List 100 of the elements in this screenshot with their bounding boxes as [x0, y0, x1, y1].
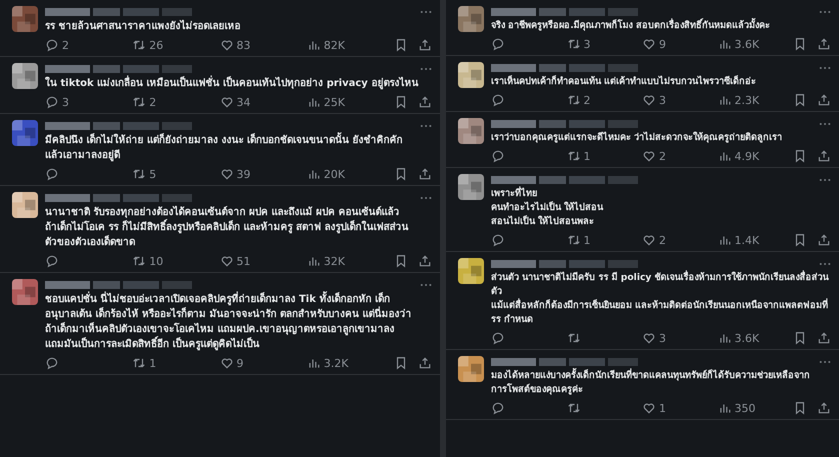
repost-icon[interactable] [132, 167, 146, 181]
bookmark-icon[interactable] [793, 233, 807, 247]
like-count: 34 [236, 96, 250, 108]
like-count: 2 [659, 234, 666, 246]
repost-icon[interactable] [566, 149, 580, 163]
repost-count: 10 [149, 254, 164, 268]
view-count: 20K [324, 168, 345, 180]
more-icon[interactable] [819, 10, 831, 14]
repost-count: 2 [584, 94, 590, 106]
repost-icon[interactable] [566, 401, 580, 415]
post-text: เราว่าบอกคุณครูแต่แรกจะดีไหมคะ ว่าไม่สะดวกจะให้คุณครูถ่ายติดลูกเรา [491, 131, 784, 145]
heart-icon[interactable] [642, 93, 656, 107]
more-icon[interactable] [819, 178, 831, 182]
view-count: 25K [324, 96, 345, 108]
reply-icon[interactable] [491, 37, 505, 51]
heart-icon[interactable] [220, 38, 234, 52]
bookmark-icon[interactable] [793, 401, 807, 415]
more-icon[interactable] [819, 122, 831, 126]
heart-icon[interactable] [642, 331, 656, 345]
bookmark-icon[interactable] [394, 167, 408, 181]
heart-icon[interactable] [220, 254, 234, 268]
bookmark-icon[interactable] [394, 356, 408, 370]
heart-icon[interactable] [220, 167, 234, 181]
reply-icon[interactable] [45, 167, 59, 181]
view-count: 82K [324, 38, 345, 52]
view-count: 350 [734, 402, 756, 414]
share-icon[interactable] [817, 93, 831, 107]
heart-icon[interactable] [220, 356, 234, 370]
reply-icon[interactable] [45, 254, 59, 268]
share-icon[interactable] [817, 37, 831, 51]
repost-count: 1 [584, 234, 590, 246]
like-count: 9 [659, 38, 666, 50]
share-icon[interactable] [418, 254, 432, 268]
repost-count: 3 [584, 38, 590, 50]
share-icon[interactable] [817, 331, 831, 345]
bookmark-icon[interactable] [394, 95, 408, 109]
share-icon[interactable] [418, 38, 432, 52]
reply-icon[interactable] [491, 93, 505, 107]
bookmark-icon[interactable] [793, 149, 807, 163]
like-count: 39 [236, 168, 250, 180]
like-count: 83 [236, 38, 250, 52]
post-text: จริง อาชีพครูหรือผอ.มีคุณภาพก็โมง สอบตกเรื่องสิทธิ์กันหมดแล้วมั้งคะ [491, 19, 771, 33]
repost-icon[interactable] [566, 93, 580, 107]
repost-icon[interactable] [566, 37, 580, 51]
bookmark-icon[interactable] [394, 38, 408, 52]
post-text: เราเห็นคปทเค้าก็ทำคอนเท้น แต่เค้าทำแบบไม่รบกวนไพรวาซีเด็กอ่ะ [491, 75, 758, 89]
repost-count: 5 [149, 168, 156, 180]
heart-icon[interactable] [642, 149, 656, 163]
heart-icon[interactable] [642, 233, 656, 247]
reply-icon[interactable] [491, 233, 505, 247]
repost-icon[interactable] [132, 38, 146, 52]
share-icon[interactable] [418, 95, 432, 109]
more-icon[interactable] [420, 67, 432, 71]
heart-icon[interactable] [642, 401, 656, 415]
reply-icon[interactable] [491, 149, 505, 163]
more-icon[interactable] [819, 360, 831, 364]
reply-icon[interactable] [45, 95, 59, 109]
post-text: ชอบแคปชั่น นี่ไม่ชอบอ่ะเวลาเปิดเจอคลิปครูที่ถ่ายเด็กมาลง Tik ทั้งเด็กอกหัก เด็ก อนุบาลเต้น เด็กร้องไห้ หรืออะไรก็ตาม มันอาจจะน่ารัก ตลกสำหรับบางคน แต่นี่มองว่า ถ้าเด็กมาเห็นคลิปตัวเองเขาจะโอเคไหม แถมผปค.เขาอนุญาตหรอเอาลูกเขามาลง แถมมันเป็นการละเมิดสิทธิ์อีก เป็นครูแต่ดูคิดไม่เป็น [45, 292, 432, 352]
repost-icon[interactable] [132, 95, 146, 109]
like-count: 2 [659, 150, 666, 162]
share-icon[interactable] [418, 356, 432, 370]
post-text: ส่วนตัว นานาชาติไม่มีครับ รร มี policy ชัดเจนเรื่องห้ามการใช้ภาพนักเรียนลงสื่อส่วนตัว แม้แต่สื่อหลักก็ต้องมีการเซ็นยินยอม และห้ามติดต่อนักเรียนนอกเหนือจากแพลตฟอมที่ รร กำหนด [491, 271, 830, 327]
reply-count: 3 [62, 96, 69, 108]
view-count: 3.6K [734, 38, 760, 50]
bookmark-icon[interactable] [793, 37, 807, 51]
repost-count: 2 [149, 96, 156, 108]
bookmark-icon[interactable] [793, 93, 807, 107]
post-text: มีคลิปนึง เด็กไม่ให้ถ่าย แต่ก็ยังถ่ายมาลง งงนะ เด็กบอกชัดเจนขนาดนั้น ยังชำคิกคัก แล้วเอามาลงอยู่ดี [45, 133, 432, 163]
view-count: 32K [324, 254, 345, 268]
share-icon[interactable] [817, 149, 831, 163]
reply-icon[interactable] [45, 356, 59, 370]
like-count: 1 [659, 402, 666, 414]
share-icon[interactable] [817, 401, 831, 415]
heart-icon[interactable] [220, 95, 234, 109]
reply-count: 2 [62, 38, 69, 52]
repost-icon[interactable] [132, 356, 146, 370]
more-icon[interactable] [420, 124, 432, 128]
more-icon[interactable] [819, 262, 831, 266]
reply-icon[interactable] [491, 401, 505, 415]
repost-icon[interactable] [566, 233, 580, 247]
more-icon[interactable] [420, 10, 432, 14]
repost-count: 1 [149, 356, 156, 370]
like-count: 9 [236, 356, 244, 370]
repost-icon[interactable] [132, 254, 146, 268]
bookmark-icon[interactable] [793, 331, 807, 345]
share-icon[interactable] [817, 233, 831, 247]
more-icon[interactable] [420, 283, 432, 287]
like-count: 51 [236, 254, 250, 268]
bookmark-icon[interactable] [394, 254, 408, 268]
reply-icon[interactable] [45, 38, 59, 52]
share-icon[interactable] [418, 167, 432, 181]
view-count: 4.9K [734, 150, 760, 162]
repost-count: 1 [584, 150, 590, 162]
heart-icon[interactable] [642, 37, 656, 51]
more-icon[interactable] [819, 66, 831, 70]
post-text: มองได้หลายแง่บางครั้งเด็กนักเรียนที่ขาดแคลนทุนทรัพย์ก็ได้รับความช่วยเหลือจาก การโพสต์ของคุณครูค่ะ [491, 369, 811, 397]
post-text: รร ชายล้วนศาสนาราคาแพงยังไม่รอดเลยเหอ [45, 19, 242, 34]
reply-icon[interactable] [491, 331, 505, 345]
more-icon[interactable] [420, 196, 432, 200]
repost-icon[interactable] [566, 331, 580, 345]
